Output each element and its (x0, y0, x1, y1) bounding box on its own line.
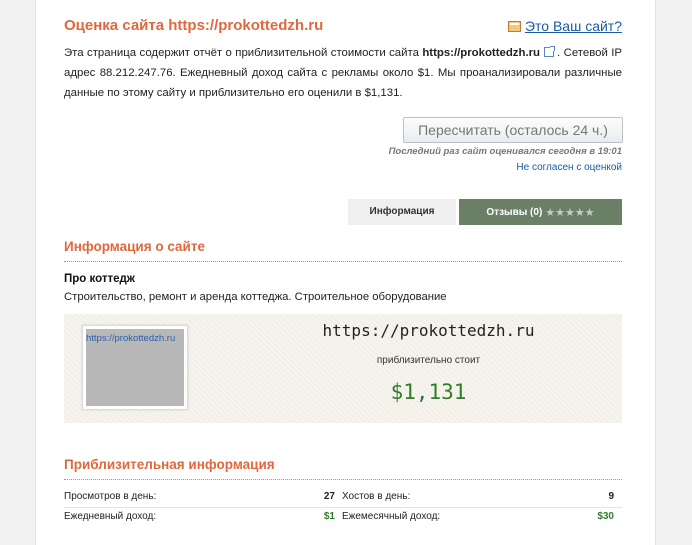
stats-row: Ежедневный доход: $1 Ежемесячный доход: … (64, 508, 622, 527)
stats-table: Просмотров в день: 27 Хостов в день: 9 Е… (64, 488, 622, 527)
own-site-link[interactable]: Это Ваш сайт? (507, 18, 622, 34)
last-evaluated-note: Последний раз сайт оценивался сегодня в … (388, 146, 622, 157)
divider (64, 479, 622, 480)
daily-income-value: $1 (323, 511, 335, 522)
tab-information[interactable]: Информация (348, 199, 456, 225)
intro-part-1: Эта страница содержит отчёт о приблизите… (64, 47, 423, 59)
disagree-link[interactable]: Не согласен с оценкой (516, 162, 622, 173)
recalculate-button[interactable]: Пересчитать (осталось 24 ч.) (403, 117, 623, 143)
intro-site-link[interactable]: https://prokottedzh.ru (422, 47, 540, 59)
daily-income-label: Ежедневный доход: (64, 511, 157, 522)
tab-reviews-label: Отзывы (0) (486, 206, 543, 218)
monthly-income-value: $30 (597, 511, 614, 522)
monthly-income-label: Ежемесячный доход: (342, 511, 441, 522)
page-header: Оценка сайта https://prokottedzh.ru Это … (64, 17, 622, 39)
views-value: 27 (323, 491, 335, 502)
hosts-value: 9 (608, 491, 614, 502)
valuation-site: https://prokottedzh.ru (322, 321, 535, 340)
valuation-price: $1,131 (390, 380, 467, 404)
intro-text: Эта страница содержит отчёт о приблизите… (64, 43, 622, 103)
stats-row: Просмотров в день: 27 Хостов в день: 9 (64, 488, 622, 508)
views-label: Просмотров в день: (64, 491, 157, 502)
site-about-description: Строительство, ремонт и аренда коттеджа.… (64, 291, 447, 303)
hosts-label: Хостов в день: (342, 491, 411, 502)
page-title: Оценка сайта https://prokottedzh.ru (64, 17, 324, 34)
valuation-costs-label: приблизительно стоит (376, 355, 481, 366)
section-title-site-info: Информация о сайте (64, 239, 205, 254)
rating-stars-icon: ★★★★★ (545, 206, 595, 219)
valuation-box: https://prokottedzh.ru https://prokotted… (64, 314, 622, 423)
tab-reviews[interactable]: Отзывы (0) ★★★★★ (459, 199, 622, 225)
window-icon (507, 20, 521, 32)
site-about-title: Про коттедж (64, 273, 135, 285)
divider (64, 261, 622, 262)
external-link-icon[interactable] (544, 46, 556, 57)
own-site-link-label[interactable]: Это Ваш сайт? (525, 18, 622, 34)
section-title-approx: Приблизительная информация (64, 457, 275, 472)
